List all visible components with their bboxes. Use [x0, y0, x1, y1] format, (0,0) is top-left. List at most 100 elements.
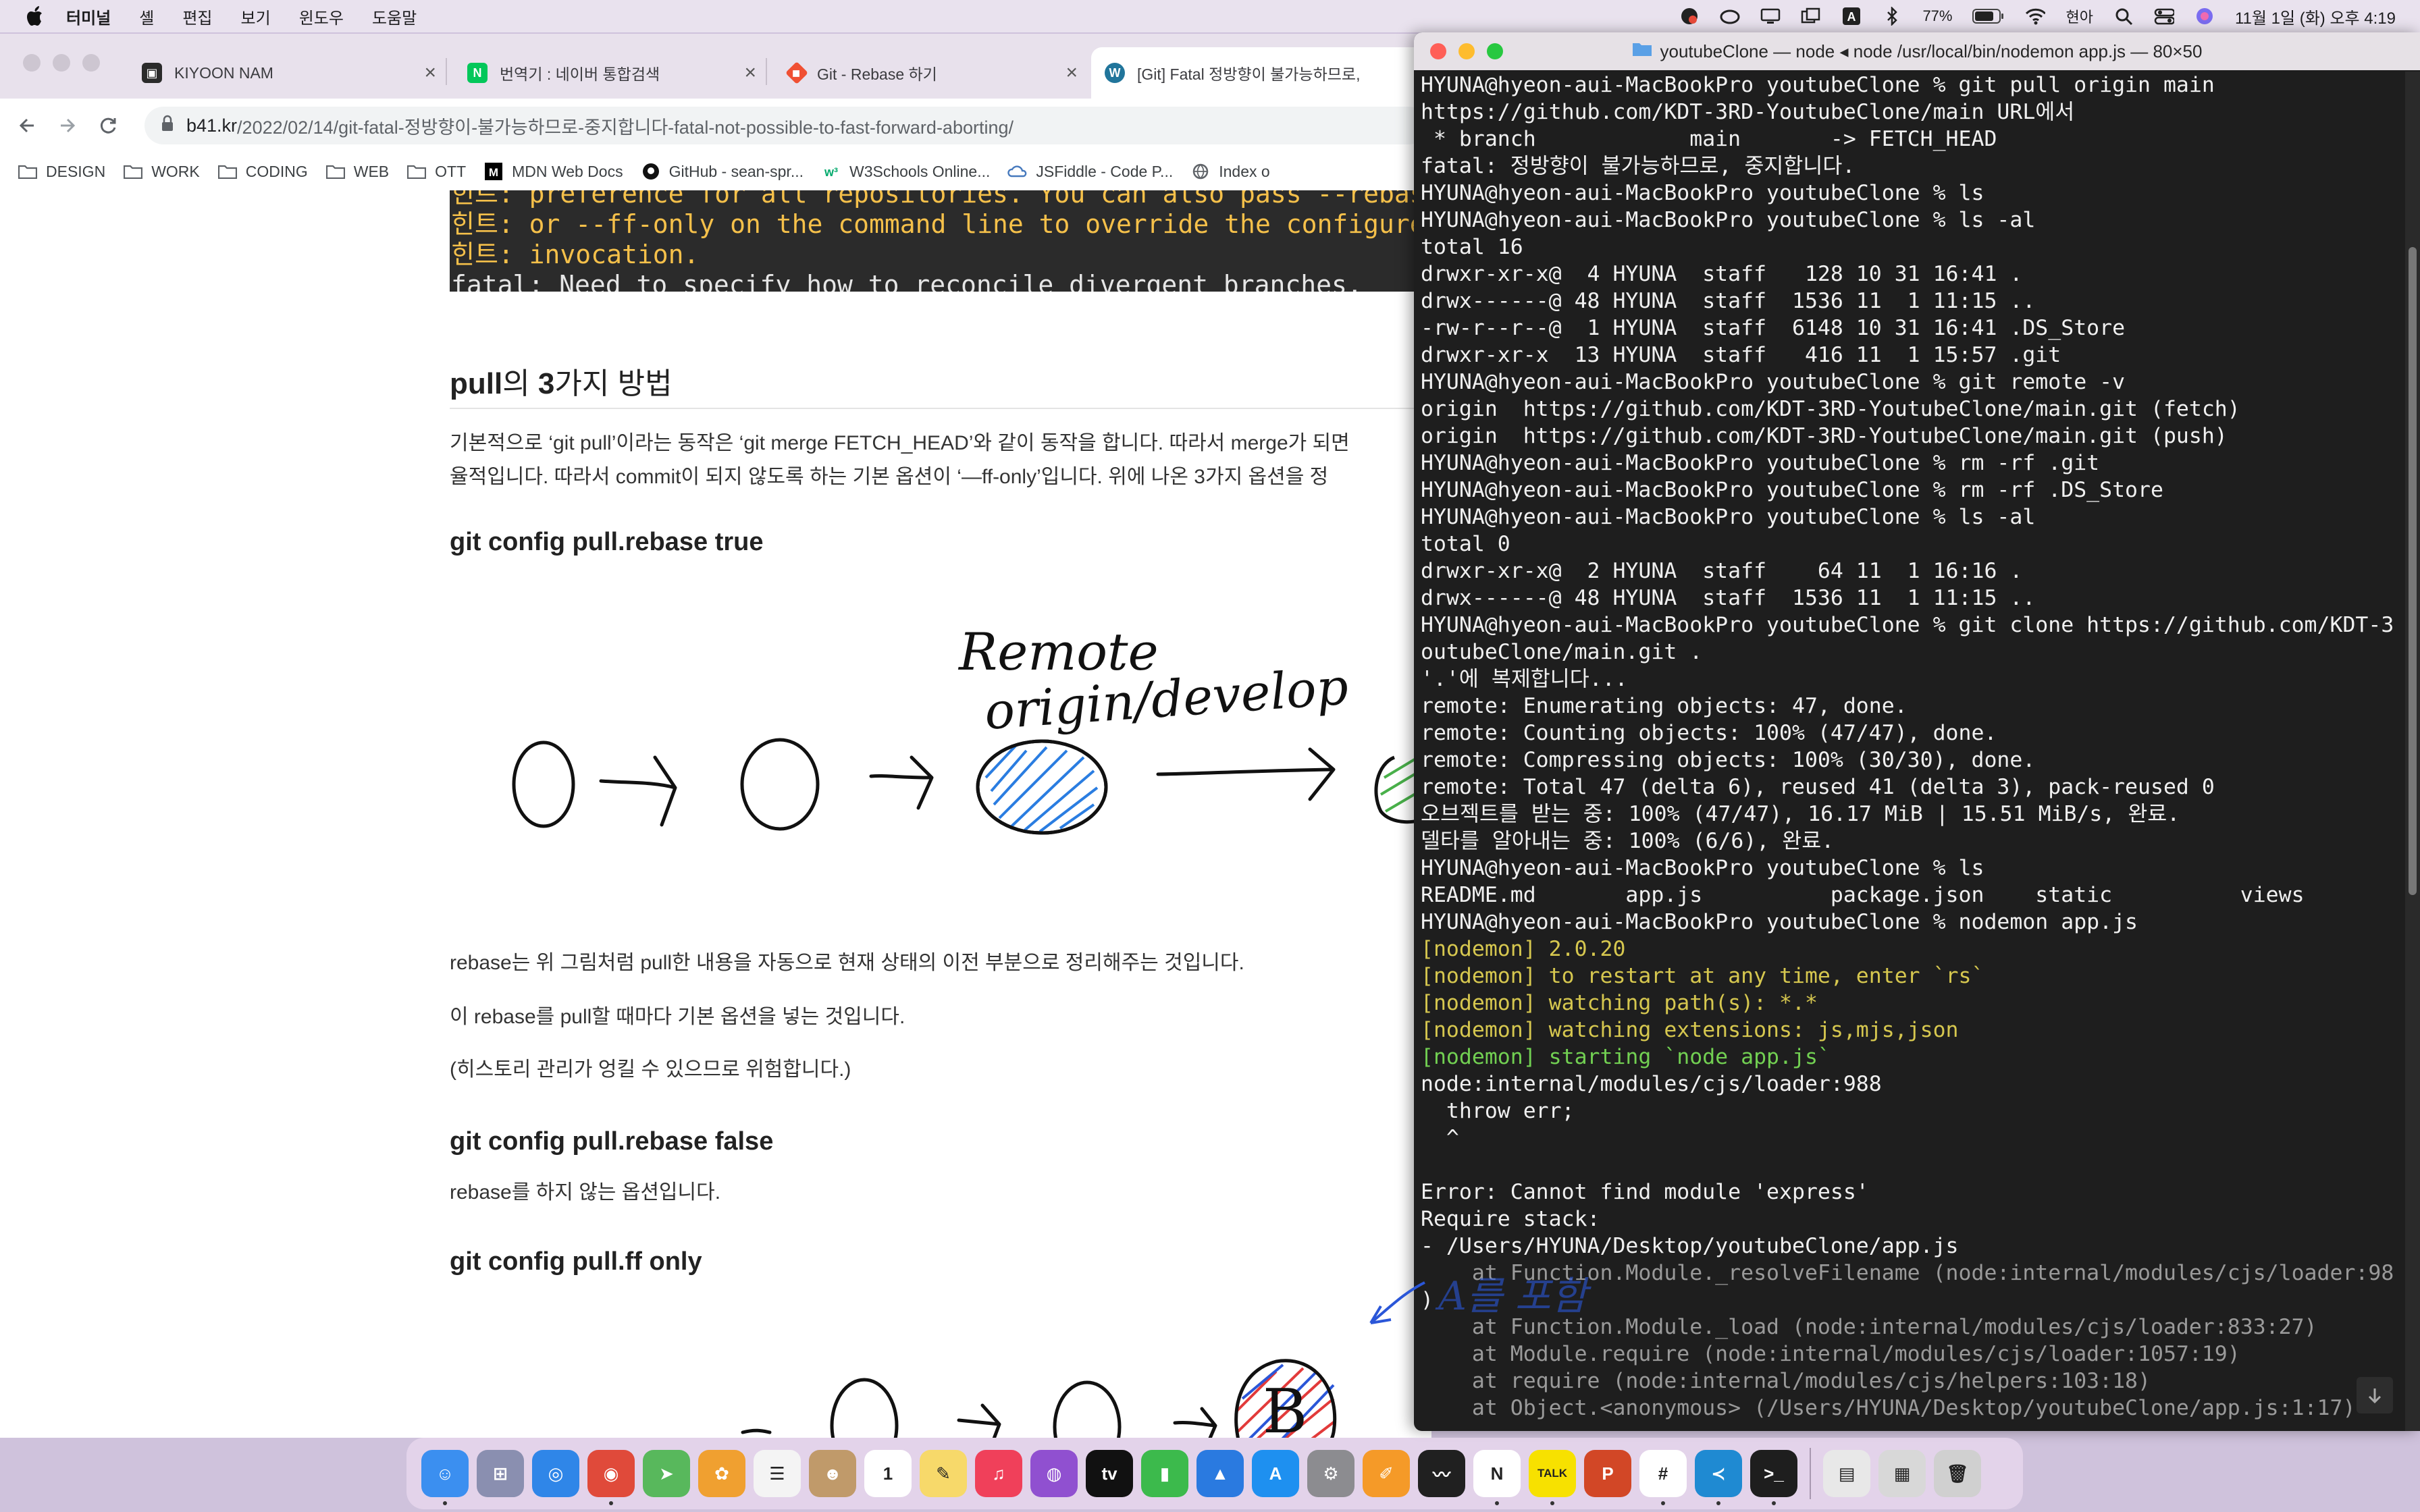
menu-edit[interactable]: 편집 — [182, 5, 212, 28]
menu-window[interactable]: 윈도우 — [299, 5, 344, 28]
back-arrow-icon[interactable] — [14, 112, 41, 139]
address-bar[interactable]: b41.kr/2022/02/14/git-fatal-정방향이-불가능하므로-… — [144, 107, 1427, 144]
terminal-line: at Module.require (node:internal/modules… — [1421, 1342, 2240, 1366]
menu-help[interactable]: 도움말 — [372, 5, 417, 28]
heading-divider — [450, 408, 1431, 409]
chrome-icon[interactable]: ◉ — [587, 1450, 635, 1505]
terminal-line: HYUNA@hyeon-aui-MacBookPro youtubeClone … — [1421, 505, 2036, 529]
display-icon[interactable] — [1760, 7, 1781, 25]
tab-naver-translate[interactable]: N 번역기 : 네이버 통합검색 × — [454, 47, 767, 99]
menu-terminal[interactable]: 터미널 — [66, 5, 111, 28]
window-manager-icon[interactable] — [1801, 7, 1821, 25]
bluetooth-icon[interactable] — [1882, 7, 1902, 26]
spotlight-search-icon[interactable] — [2113, 7, 2134, 26]
scrollbar-thumb[interactable] — [2409, 247, 2417, 895]
folder-icon — [18, 163, 38, 180]
terminal-line: origin https://github.com/KDT-3RD-Youtub… — [1421, 397, 2240, 421]
wifi-icon[interactable] — [2025, 7, 2046, 25]
appstore-icon[interactable]: A — [1252, 1450, 1299, 1497]
creative-cloud-icon[interactable] — [1720, 7, 1740, 25]
bookmark-index[interactable]: Index o — [1190, 163, 1270, 181]
notion-icon[interactable]: N — [1473, 1450, 1521, 1505]
menubar-clock[interactable]: 11월 1일 (화) 오후 4:19 — [2235, 5, 2396, 28]
browser-minimize-button[interactable] — [53, 54, 70, 72]
terminal-window[interactable]: youtubeClone — node ◂ node /usr/local/bi… — [1414, 32, 2420, 1431]
scroll-to-bottom-button[interactable] — [2357, 1377, 2393, 1413]
input-source-label[interactable]: 현아 — [2066, 5, 2093, 27]
reminders-icon[interactable]: ☰ — [754, 1450, 801, 1497]
cube-icon: ▣ — [142, 63, 162, 83]
input-a-icon[interactable]: A — [1841, 7, 1862, 25]
terminal-close-button[interactable] — [1430, 43, 1446, 59]
bookmark-w3schools[interactable]: w³ W3Schools Online... — [821, 163, 990, 181]
terminal-scrollbar[interactable] — [2405, 72, 2420, 1431]
contacts-icon[interactable]: ☻ — [809, 1450, 856, 1497]
tab-git-rebase[interactable]: ◆ Git - Rebase 하기 × — [775, 47, 1087, 99]
tab-kiyoon-nam[interactable]: ▣ KIYOON NAM × — [128, 47, 447, 99]
bookmark-jsfiddle[interactable]: JSFiddle - Code P... — [1007, 163, 1173, 181]
maps-icon[interactable]: ➤ — [643, 1450, 690, 1497]
activity-monitor-icon[interactable]: 〰 — [1418, 1450, 1465, 1497]
menu-view[interactable]: 보기 — [241, 5, 271, 28]
w3schools-icon: w³ — [821, 163, 841, 180]
tab-close-icon[interactable]: × — [1066, 61, 1078, 84]
numbers-icon[interactable]: ▮ — [1141, 1450, 1188, 1497]
terminal-icon[interactable]: >_ — [1750, 1450, 1797, 1505]
terminal-output[interactable]: HYUNA@hyeon-aui-MacBookPro youtubeClone … — [1421, 72, 2393, 1431]
launchpad-icon[interactable]: ⊞ — [477, 1450, 524, 1497]
tab-close-icon[interactable]: × — [744, 61, 756, 84]
photos-icon[interactable]: ✿ — [698, 1450, 745, 1497]
tab-close-icon[interactable]: × — [424, 61, 436, 84]
svg-text:w³: w³ — [824, 165, 838, 179]
terminal-zoom-button[interactable] — [1487, 43, 1503, 59]
record-status-icon[interactable] — [1679, 7, 1700, 25]
forward-arrow-icon[interactable] — [54, 112, 81, 139]
safari-icon[interactable]: ◎ — [532, 1450, 579, 1497]
terminal-line: [nodemon] starting `node app.js` — [1421, 1045, 1831, 1069]
preview-icon[interactable]: ▦ — [1878, 1450, 1926, 1497]
music-icon[interactable]: ♫ — [975, 1450, 1022, 1497]
keynote-icon[interactable]: ▲ — [1196, 1450, 1244, 1497]
reload-icon[interactable] — [95, 112, 122, 139]
terminal-minimize-button[interactable] — [1458, 43, 1475, 59]
tab-git-fatal[interactable]: W [Git] Fatal 정방향이 불가능하므로, — [1091, 47, 1431, 99]
terminal-line: HYUNA@hyeon-aui-MacBookPro youtubeClone … — [1421, 910, 2138, 934]
battery-icon[interactable] — [1972, 7, 2005, 25]
terminal-line: remote: Compressing objects: 100% (30/30… — [1421, 748, 2036, 772]
terminal-line: throw err; — [1421, 1099, 1575, 1123]
podcasts-icon[interactable]: ◍ — [1030, 1450, 1078, 1497]
notes-icon[interactable]: ✎ — [920, 1450, 967, 1497]
control-center-icon[interactable] — [2154, 7, 2174, 25]
lock-icon[interactable] — [161, 115, 174, 137]
bookmark-design[interactable]: DESIGN — [18, 163, 105, 181]
bookmark-coding[interactable]: CODING — [217, 163, 308, 181]
code-line: 힌트: invocation. — [451, 240, 700, 269]
settings-icon[interactable]: ⚙ — [1307, 1450, 1354, 1497]
bookmark-mdn[interactable]: M MDN Web Docs — [483, 163, 623, 181]
siri-icon[interactable] — [2194, 7, 2215, 25]
menu-shell[interactable]: 셸 — [139, 5, 154, 28]
folder-icon — [123, 163, 143, 180]
bookmark-web[interactable]: WEB — [325, 163, 389, 181]
annotation-arrow: A를 포함 — [1369, 1273, 1592, 1324]
kakaotalk-icon[interactable]: TALK — [1529, 1450, 1576, 1505]
bookmark-github[interactable]: GitHub - sean-spr... — [641, 163, 804, 181]
apple-logo-icon[interactable] — [23, 3, 49, 29]
terminal-line: drwxr-xr-x@ 2 HYUNA staff 64 11 1 16:16 … — [1421, 559, 2023, 583]
finder-icon[interactable]: ☺ — [421, 1450, 469, 1505]
bookmark-ott[interactable]: OTT — [406, 163, 466, 181]
bookmark-label: DESIGN — [46, 162, 106, 180]
browser-close-button[interactable] — [23, 54, 41, 72]
calendar-icon[interactable]: 1 — [864, 1450, 912, 1497]
browser-zoom-button[interactable] — [82, 54, 100, 72]
terminal-line: Require stack: — [1421, 1207, 1600, 1231]
folder-icon — [325, 163, 346, 180]
powerpoint-icon[interactable]: P — [1584, 1450, 1631, 1497]
vscode-icon[interactable]: ≺ — [1695, 1450, 1742, 1505]
slack-icon[interactable]: # — [1639, 1450, 1687, 1505]
trash-icon[interactable]: 🗑 — [1934, 1450, 1981, 1497]
document-icon[interactable]: ▤ — [1823, 1450, 1870, 1497]
bookmark-work[interactable]: WORK — [123, 163, 200, 181]
pages-icon[interactable]: ✐ — [1363, 1450, 1410, 1497]
appletv-icon[interactable]: tv — [1086, 1450, 1133, 1497]
